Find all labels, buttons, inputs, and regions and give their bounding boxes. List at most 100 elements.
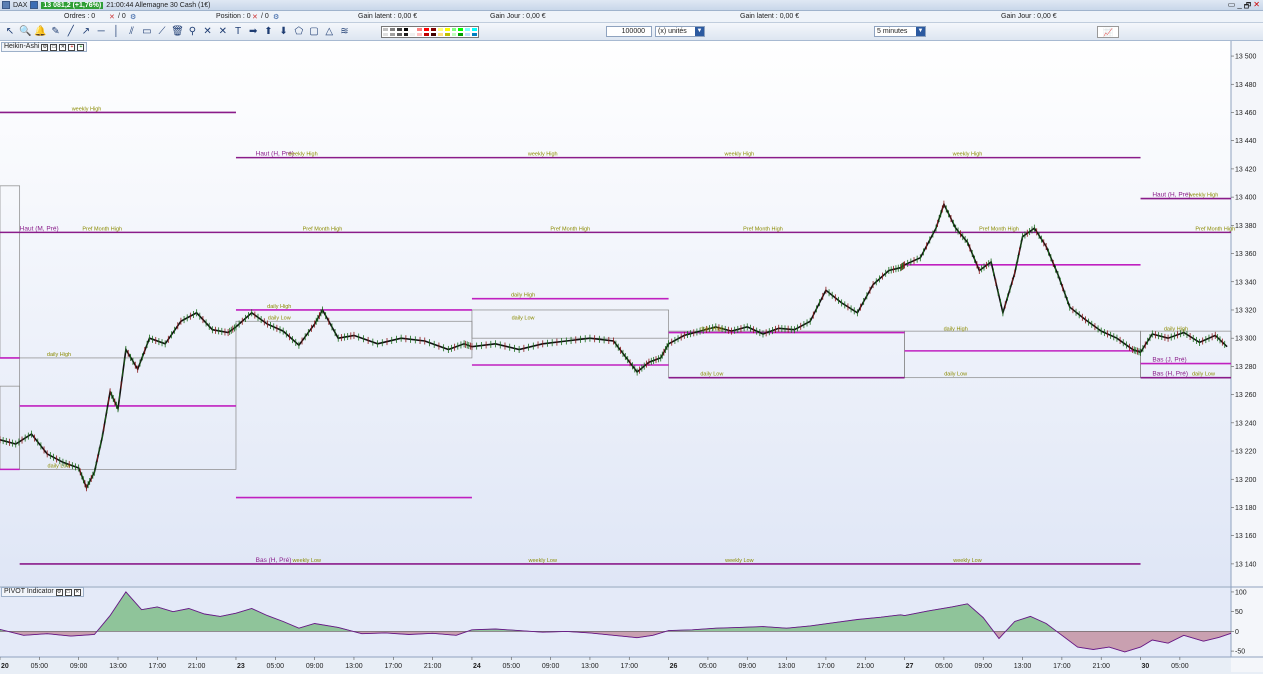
ray-icon[interactable]: ↗ xyxy=(80,26,92,38)
palette-swatch[interactable] xyxy=(443,32,451,37)
time-tick-label: 17:00 xyxy=(1053,663,1071,670)
palette-swatch[interactable] xyxy=(430,32,437,37)
pointer-icon[interactable]: ↖ xyxy=(4,26,16,38)
palette-swatch[interactable] xyxy=(464,32,472,37)
text-icon[interactable]: T xyxy=(232,26,244,38)
xline-icon[interactable]: ✕ xyxy=(217,26,229,38)
level-annotation: Pref Month High xyxy=(979,226,1019,232)
drawing-toolbar: ↖ 🔍 🔔 ✎ ╱ ↗ ─ │ ⫽ ▭ ⟋ 🗑 ⚲ ✕ ✕ T ➡ ⬆ ⬇ ⬠ ▢ △ ≋ 100000 (x) unité… xyxy=(0,23,1263,41)
time-tick-label: 09:00 xyxy=(306,663,324,670)
window-icon[interactable]: ▭ xyxy=(64,588,72,596)
price-tick-label: 13 240 xyxy=(1235,420,1257,427)
level-annotation: weekly Low xyxy=(952,558,981,564)
position-link-icon[interactable]: ⚙ xyxy=(273,13,279,21)
indicator-tick-label: 0 xyxy=(1235,629,1239,636)
time-tick-label: 17:00 xyxy=(817,663,835,670)
level-annotation: Pref Month High xyxy=(303,226,343,232)
palette-swatch[interactable] xyxy=(402,32,410,37)
shape-icon[interactable]: ⬠ xyxy=(293,26,305,38)
arrow-down-icon[interactable]: ⬇ xyxy=(278,26,290,38)
quantity-input[interactable]: 100000 xyxy=(606,26,652,37)
chart-area[interactable]: 13 500 13 480 13 460 13 440 13 420 13 400 13 3… xyxy=(0,41,1263,672)
indicator-panel-label[interactable]: PIVOT Indicator ⚙ ▭ ✕ xyxy=(1,587,84,597)
palette-swatch[interactable] xyxy=(416,32,424,37)
line-icon[interactable]: ╱ xyxy=(65,26,77,38)
trend-icon[interactable]: ⟋ xyxy=(156,26,168,38)
gain-jour-2: Gain Jour : 0,00 € xyxy=(1001,13,1057,20)
level-annotation: Bas (H, Pré) xyxy=(256,557,292,564)
position-x-icon[interactable]: ✕ xyxy=(252,13,258,21)
orders-link-icon[interactable]: ⚙ xyxy=(130,13,136,21)
triangle-icon[interactable]: △ xyxy=(323,26,335,38)
vline-icon[interactable]: │ xyxy=(110,26,122,38)
timeframe-select-value: 5 minutes xyxy=(877,28,908,35)
palette-swatch[interactable] xyxy=(395,32,403,37)
add-icon[interactable]: + xyxy=(77,43,85,51)
magnet-icon[interactable]: ⚲ xyxy=(186,26,198,38)
chevron-down-icon[interactable]: ▼ xyxy=(916,27,925,36)
palette-swatch[interactable] xyxy=(423,32,430,37)
pencil-icon[interactable]: ✎ xyxy=(50,26,62,38)
box-icon[interactable]: ▢ xyxy=(308,26,320,38)
level-annotation: Haut (M, Pré) xyxy=(20,225,59,232)
level-annotation: daily High xyxy=(700,327,724,333)
channel-icon[interactable]: ⫽ xyxy=(126,26,138,38)
gain-latent-1: Gain latent : 0,00 € xyxy=(358,13,418,20)
instrument-name[interactable]: DAX xyxy=(13,2,27,9)
main-panel-label[interactable]: Heikin-Ashi ⚙ ▭ ✕ + + xyxy=(1,42,88,52)
palette-swatch[interactable] xyxy=(457,32,465,37)
chart-type-icon[interactable]: 📈 xyxy=(1097,26,1119,38)
time-tick-label: 30 xyxy=(1142,663,1150,670)
price-tick-label: 13 500 xyxy=(1235,54,1257,61)
palette-swatch[interactable] xyxy=(471,32,478,37)
level-annotation: daily Low xyxy=(700,372,723,378)
close-icon[interactable]: ✕ xyxy=(59,43,67,51)
xcross-icon[interactable]: ✕ xyxy=(202,26,214,38)
price-tick-label: 13 320 xyxy=(1235,307,1257,314)
hline-icon[interactable]: ─ xyxy=(95,26,107,38)
trash-icon[interactable]: 🗑 xyxy=(171,26,184,38)
time-tick-label: 17:00 xyxy=(385,663,403,670)
wrench-icon[interactable]: ⚙ xyxy=(41,43,49,51)
level-annotation: daily High xyxy=(944,327,968,333)
unit-select[interactable]: (x) unités ▼ xyxy=(655,26,705,37)
price-tick-label: 13 460 xyxy=(1235,110,1257,117)
app-icon xyxy=(2,1,10,9)
arrow-right-icon[interactable]: ➡ xyxy=(247,26,259,38)
time-tick-label: 05:00 xyxy=(267,663,285,670)
price-chart[interactable]: 13 500 13 480 13 460 13 440 13 420 13 400 13 3… xyxy=(0,41,1263,672)
arrow-up-icon[interactable]: ⬆ xyxy=(262,26,274,38)
time-tick-label: 21:00 xyxy=(424,663,442,670)
price-axis-background xyxy=(1231,41,1263,672)
palette-swatch[interactable] xyxy=(382,32,389,37)
plus-icon[interactable]: + xyxy=(68,43,76,51)
price-tick-label: 13 300 xyxy=(1235,336,1257,343)
color-palette[interactable] xyxy=(381,26,479,38)
level-annotation: weekly High xyxy=(1188,193,1219,199)
timeframe-select[interactable]: 5 minutes ▼ xyxy=(874,26,926,37)
price-tick-label: 13 480 xyxy=(1235,82,1257,89)
time-tick-label: 13:00 xyxy=(778,663,796,670)
time-tick-label: 17:00 xyxy=(149,663,167,670)
level-annotation: Pref Month High xyxy=(1195,226,1235,232)
time-tick-label: 05:00 xyxy=(1171,663,1189,670)
zoom-icon[interactable]: 🔍 xyxy=(19,26,31,38)
palette-swatch[interactable] xyxy=(409,32,417,37)
palette-swatch[interactable] xyxy=(450,32,458,37)
price-tick-label: 13 260 xyxy=(1235,392,1257,399)
window-icon[interactable]: ▭ xyxy=(50,43,58,51)
info-icon[interactable] xyxy=(30,1,39,9)
palette-swatch[interactable] xyxy=(388,32,396,37)
time-tick-label: 27 xyxy=(906,663,914,670)
level-annotation: weekly Low xyxy=(724,558,753,564)
wrench-icon[interactable]: ⚙ xyxy=(55,588,63,596)
fib-icon[interactable]: ≋ xyxy=(338,26,350,38)
gain-jour-1: Gain Jour : 0,00 € xyxy=(490,13,546,20)
orders-x-icon[interactable]: ✕ xyxy=(109,13,115,21)
close-icon[interactable]: ✕ xyxy=(73,588,81,596)
chevron-down-icon[interactable]: ▼ xyxy=(695,27,704,36)
bell-icon[interactable]: 🔔 xyxy=(34,26,46,38)
rect-icon[interactable]: ▭ xyxy=(141,26,153,38)
level-annotation: daily High xyxy=(267,304,291,310)
palette-swatch[interactable] xyxy=(436,32,444,37)
